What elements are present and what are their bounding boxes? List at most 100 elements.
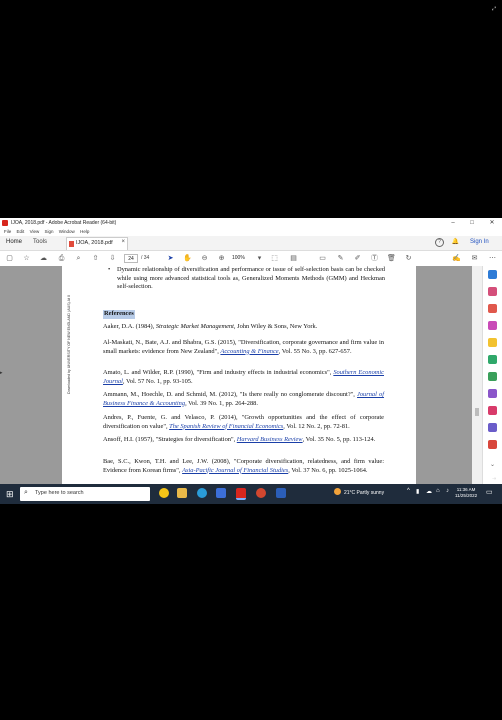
outer-forward-icon[interactable]: ⇥ (492, 476, 496, 482)
windows-taskbar: ⊞ ⌕ Type here to search 21°C Partly sunn… (0, 484, 502, 504)
menu-view[interactable]: View (30, 228, 40, 236)
menu-sign[interactable]: Sign (45, 228, 54, 236)
zoom-level-select[interactable]: 100% (232, 254, 256, 263)
menu-window[interactable]: Window (59, 228, 75, 236)
organize-pages-icon[interactable] (488, 372, 497, 381)
collapse-pane-icon[interactable]: ⌄ (488, 461, 497, 470)
reference-item: Bae, S.C., Kwon, T.H. and Lee, J.W. (200… (103, 458, 384, 475)
document-viewport[interactable]: ▸ Downloaded by UNIVERSITY OF NEW ENGLAN… (0, 266, 482, 484)
page-number-input[interactable]: 24 (124, 254, 138, 263)
previous-page-icon[interactable]: ⇧ (91, 254, 100, 263)
create-pdf-tool-icon[interactable] (488, 321, 497, 330)
maximize-button[interactable]: □ (465, 218, 479, 228)
download-stamp: Downloaded by UNIVERSITY OF NEW ENGLAND … (60, 266, 71, 396)
pdf-page: Downloaded by UNIVERSITY OF NEW ENGLAND … (62, 266, 416, 484)
more-tools-icon[interactable]: ⋯ (488, 254, 497, 263)
page-total: / 34 (141, 255, 150, 261)
tab-tools[interactable]: Tools (33, 239, 47, 245)
select-cursor-icon[interactable]: ➤ (166, 254, 175, 263)
journal-link[interactable]: The Spanish Review of Financial Economic… (169, 423, 283, 430)
highlight-pen-icon[interactable]: ✎ (336, 254, 345, 263)
journal-link[interactable]: Asia-Pacific Journal of Financial Studie… (182, 467, 288, 474)
print-icon[interactable]: ⎙ (57, 254, 66, 263)
weather-text[interactable]: 21°C Partly sunny (344, 490, 384, 496)
text-edit-icon[interactable]: Ⓣ (370, 254, 379, 263)
draw-icon[interactable]: ✐ (353, 254, 362, 263)
acrobat-taskbar-icon[interactable] (236, 488, 246, 500)
upload-cloud-icon[interactable]: ☁ (39, 254, 48, 263)
tray-overflow-icon[interactable]: ^ (407, 488, 410, 494)
reference-text: Aaker, D.A. (1984), (103, 323, 156, 330)
close-window-button[interactable]: ✕ (485, 218, 499, 228)
menu-edit[interactable]: Edit (17, 228, 25, 236)
notification-center-icon[interactable]: ▭ (486, 488, 493, 496)
more-tools-pane-icon[interactable] (488, 440, 497, 449)
media-player-icon[interactable] (256, 488, 266, 498)
taskbar-clock[interactable]: 11:36 AM 11/25/2022 (455, 487, 477, 499)
delete-icon[interactable]: 🗑 (387, 254, 396, 263)
reference-text: Amato, L. and Wilder, R.P. (1990), "Firm… (103, 369, 334, 376)
reference-detail: , Vol. 55 No. 3, pp. 627-657. (278, 347, 352, 355)
usb-device-icon[interactable]: ▮ (416, 488, 419, 495)
redact-icon[interactable] (488, 389, 497, 398)
next-page-icon[interactable]: ⇩ (108, 254, 117, 263)
email-icon[interactable]: ✉ (470, 254, 479, 263)
reference-text: Ansoff, H.I. (1957), "Strategies for div… (103, 436, 237, 443)
volume-icon[interactable]: ♪ (446, 488, 449, 494)
acrobat-app-icon (2, 220, 8, 226)
fill-sign-icon[interactable] (488, 406, 497, 415)
left-pane-toggle-icon[interactable]: ▸ (0, 370, 3, 376)
acrobat-window: IJOA, 2018.pdf - Adobe Acrobat Reader (6… (0, 218, 502, 504)
windows-start-icon[interactable]: ⊞ (6, 490, 14, 499)
word-icon[interactable] (276, 488, 286, 498)
zoom-tool-icon[interactable] (488, 270, 497, 279)
protect-icon[interactable] (488, 423, 497, 432)
outer-expand-icon[interactable]: ⤢ (492, 6, 496, 12)
clock-date: 11/25/2022 (455, 493, 478, 498)
sign-in-link[interactable]: Sign In (470, 239, 489, 245)
zoom-in-icon[interactable]: ⊕ (217, 254, 226, 263)
search-icon[interactable]: ⌕ (74, 254, 83, 263)
comment-icon[interactable]: ▭ (318, 254, 327, 263)
reference-item: Andres, P., Fuente, G. and Velasco, P. (… (103, 414, 384, 431)
reference-item: Ansoff, H.I. (1957), "Strategies for div… (103, 436, 384, 445)
store-icon[interactable] (216, 488, 226, 498)
bookmark-star-icon[interactable]: ☆ (22, 254, 31, 263)
network-icon[interactable]: ⌂ (436, 488, 440, 494)
fit-page-icon[interactable]: ⬚ (270, 254, 279, 263)
create-pdf-icon[interactable]: ▢ (5, 254, 14, 263)
window-title: IJOA, 2018.pdf - Adobe Acrobat Reader (6… (11, 220, 117, 226)
tab-home[interactable]: Home (6, 239, 22, 245)
scrollbar-thumb[interactable] (475, 408, 479, 416)
export-pdf-icon[interactable] (488, 287, 497, 296)
journal-link[interactable]: Harvard Business Review (237, 436, 303, 443)
notification-bell-icon[interactable]: 🔔 (451, 238, 460, 247)
zoom-out-icon[interactable]: ⊖ (200, 254, 209, 263)
reference-detail: , Vol. 39 No. 1, pp. 264-288. (185, 399, 258, 407)
edit-pdf-icon[interactable] (488, 304, 497, 313)
edge-icon[interactable] (197, 488, 207, 498)
zoom-dropdown-icon[interactable]: ▾ (255, 254, 264, 263)
menu-help[interactable]: Help (80, 228, 89, 236)
scroll-mode-icon[interactable]: ▤ (289, 254, 298, 263)
help-icon[interactable]: ? (435, 238, 444, 247)
close-tab-icon[interactable]: × (121, 239, 125, 245)
tabs-row: Home Tools IJOA, 2018.pdf × ? 🔔 Sign In (0, 236, 502, 251)
bullet-item: • Dynamic relationship of diversificatio… (108, 266, 385, 292)
combine-files-icon[interactable] (488, 355, 497, 364)
sign-pen-icon[interactable]: ✍ (452, 254, 461, 263)
reference-item: Al-Maskati, N., Bate, A.J. and Bhabra, G… (103, 339, 384, 356)
hand-tool-icon[interactable]: ✋ (183, 254, 192, 263)
comment-tool-icon[interactable] (488, 338, 497, 347)
chrome-icon[interactable] (159, 488, 169, 498)
menu-file[interactable]: File (4, 228, 11, 236)
cloud-sync-icon[interactable]: ☁ (426, 488, 432, 495)
file-explorer-icon[interactable] (177, 488, 187, 498)
rotate-icon[interactable]: ↻ (404, 254, 413, 263)
journal-link[interactable]: Accounting & Finance (220, 348, 278, 355)
references-heading: References (103, 310, 135, 319)
taskbar-search-box[interactable]: ⌕ Type here to search (20, 487, 150, 501)
minimize-button[interactable]: – (446, 218, 460, 228)
vertical-scrollbar[interactable] (472, 266, 482, 484)
tab-document[interactable]: IJOA, 2018.pdf × (66, 237, 128, 250)
